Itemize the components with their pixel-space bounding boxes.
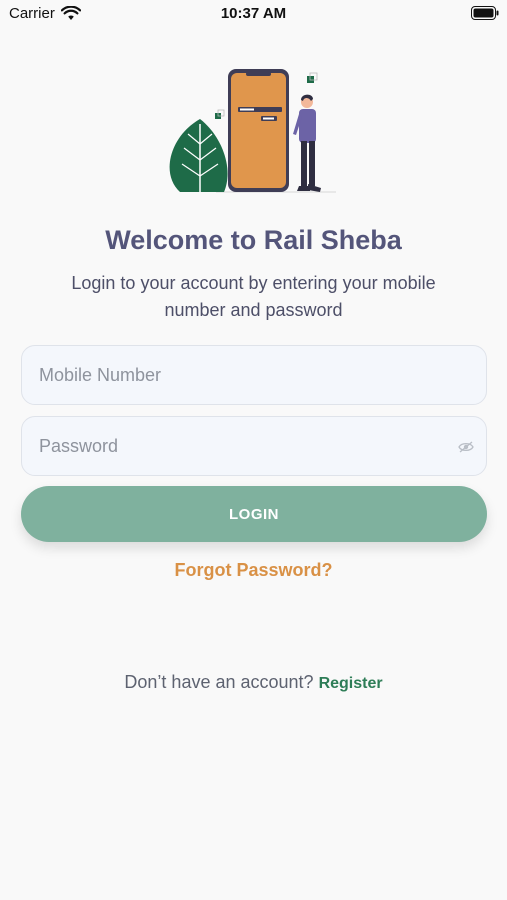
leaf-icon [169, 119, 228, 192]
page-subtitle: Login to your account by entering your m… [71, 273, 436, 320]
forgot-password-link[interactable]: Forgot Password? [0, 560, 507, 581]
page-title: Welcome to Rail Sheba [105, 225, 402, 255]
password-input[interactable] [22, 417, 486, 475]
battery-icon [471, 6, 499, 25]
login-illustration [160, 64, 350, 205]
mobile-number-field[interactable] [21, 345, 487, 405]
clock: 10:37 AM [220, 5, 287, 22]
login-button[interactable]: LOGIN [21, 486, 487, 542]
eye-slash-icon[interactable] [458, 440, 474, 458]
status-bar: Carrier 10:37 AM [0, 0, 507, 28]
register-link[interactable]: Register [319, 675, 383, 692]
mobile-number-input[interactable] [22, 346, 486, 404]
register-prompt: Don’t have an account? [124, 672, 314, 692]
register-row: Don’t have an account? Register [0, 672, 507, 693]
password-field[interactable] [21, 416, 487, 476]
login-button-label: LOGIN [229, 505, 279, 523]
